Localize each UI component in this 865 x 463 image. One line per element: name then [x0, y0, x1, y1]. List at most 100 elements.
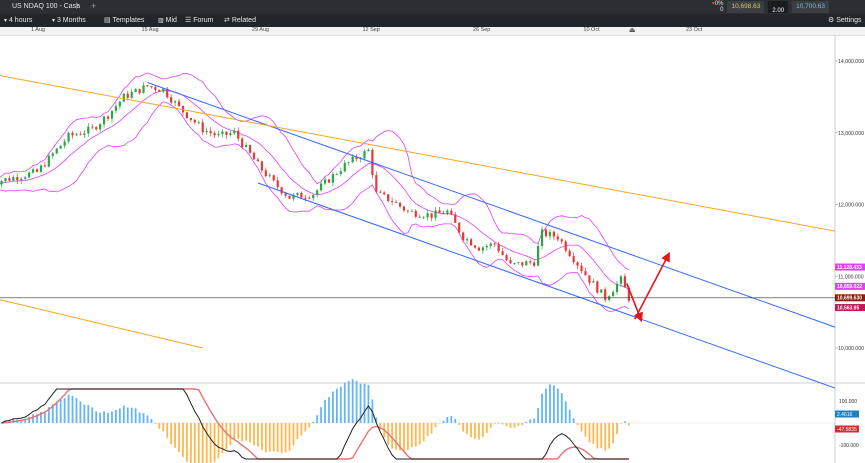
- y-tick-label: 13,000.000: [838, 131, 864, 137]
- macd-histogram-bar: [75, 397, 78, 423]
- macd-histogram-bar: [616, 423, 618, 435]
- candle-body: [414, 211, 417, 217]
- candle-body: [418, 216, 421, 218]
- forum-button[interactable]: ☰ Forum: [185, 16, 213, 26]
- macd-histogram-bar: [71, 395, 74, 423]
- macd-tick-label: -100.000: [839, 443, 859, 449]
- price-mode-button[interactable]: ▥ Mid: [158, 16, 177, 26]
- macd-histogram-bar: [67, 394, 70, 423]
- macd-histogram-bar: [209, 423, 212, 463]
- range-dropdown[interactable]: ▾ 3 Months: [52, 16, 86, 26]
- macd-histogram-bar: [158, 423, 161, 429]
- candle-body: [233, 130, 236, 134]
- price-chart[interactable]: 14,000.000 13,000.000 12,000.000 11,000.000…: [0, 35, 865, 463]
- search-icon[interactable]: ⌕: [76, 2, 80, 12]
- candle-body: [552, 231, 555, 237]
- macd-histogram-bar: [182, 423, 184, 457]
- macd-histogram-bar: [217, 423, 220, 459]
- templates-button[interactable]: ▤ Templates: [104, 16, 144, 26]
- candle-body: [489, 243, 492, 247]
- macd-histogram-bar: [59, 399, 62, 423]
- sell-button[interactable]: 10,698.63: [727, 1, 765, 13]
- candle-body: [548, 231, 552, 237]
- macd-histogram-bar: [509, 423, 512, 428]
- price-mode-icon: ▥: [158, 18, 164, 24]
- candle-body: [130, 92, 133, 98]
- candle-body: [142, 85, 145, 94]
- candle-body: [300, 192, 303, 198]
- candle-body: [533, 262, 536, 266]
- candle-body: [469, 239, 473, 246]
- macd-histogram-bar: [126, 407, 129, 423]
- interval-dropdown[interactable]: ▾ 4 hours: [4, 16, 32, 26]
- candle-body: [134, 88, 137, 93]
- candle-body: [375, 175, 378, 192]
- macd-histogram-bar: [620, 423, 622, 424]
- candle-body: [150, 86, 153, 88]
- candle-body: [280, 187, 283, 194]
- related-button[interactable]: ⇄ Related: [224, 16, 256, 26]
- macd-histogram-bar: [150, 418, 153, 423]
- candle-body: [138, 88, 141, 94]
- candle-body: [379, 191, 382, 193]
- macd-histogram-bar: [99, 412, 102, 423]
- macd-histogram-bar: [351, 379, 354, 423]
- candle-body: [225, 131, 228, 136]
- y-tick-label: 11,000.000: [838, 274, 864, 280]
- candle-body: [284, 193, 287, 196]
- candle-body: [513, 263, 516, 264]
- candle-body: [276, 180, 279, 188]
- candle-body: [481, 247, 484, 251]
- macd-histogram-bar: [592, 423, 595, 444]
- buy-button[interactable]: 10,700.63: [792, 1, 829, 13]
- candle-body: [367, 149, 370, 152]
- macd-histogram-bar: [316, 415, 319, 423]
- candle-body: [556, 236, 559, 240]
- macd-histogram-bar: [284, 423, 287, 453]
- macd-histogram-bar: [549, 384, 551, 423]
- macd-histogram-bar: [237, 423, 240, 439]
- macd-histogram-bar: [568, 409, 571, 423]
- candle-body: [288, 195, 291, 199]
- candle-body: [185, 112, 189, 119]
- macd-histogram-bar: [560, 393, 563, 423]
- candle-body: [245, 145, 248, 148]
- add-tab-button[interactable]: +: [91, 1, 96, 11]
- trend-line: [0, 75, 836, 232]
- candle-body: [363, 151, 366, 159]
- macd-histogram-bar: [458, 423, 461, 425]
- candle-body: [442, 212, 445, 215]
- macd-histogram-bar: [580, 423, 583, 432]
- candle-body: [118, 101, 121, 107]
- macd-histogram-bar: [79, 401, 82, 423]
- candle-body: [505, 255, 508, 261]
- macd-histogram-bar: [300, 423, 303, 436]
- candle-body: [20, 178, 23, 181]
- macd-histogram-bar: [418, 423, 421, 445]
- bollinger-bands: [0, 72, 630, 312]
- macd-histogram-bar: [584, 423, 587, 437]
- macd-histogram-bar: [225, 423, 228, 450]
- candle-body: [154, 87, 157, 91]
- candle-body: [189, 118, 192, 120]
- y-tick-label: 10,000.000: [838, 346, 864, 352]
- candle-body: [51, 153, 54, 156]
- candle-body: [564, 241, 567, 251]
- macd-histogram-bar: [257, 423, 259, 447]
- price-label: 10,859.022: [837, 284, 862, 290]
- macd-histogram-bar: [32, 414, 34, 423]
- macd-histogram-bar: [138, 412, 141, 423]
- bollinger-middle: [0, 89, 630, 290]
- candle-body: [525, 261, 528, 266]
- macd-histogram-bar: [347, 381, 350, 423]
- macd-histogram-bar: [608, 423, 611, 449]
- chevron-down-icon: ▾: [52, 18, 56, 24]
- candle-body: [260, 161, 264, 171]
- macd-histogram-bar: [118, 408, 121, 423]
- candle-body: [312, 194, 315, 199]
- macd-histogram-bar: [414, 423, 417, 447]
- macd-histogram-bar: [197, 423, 200, 463]
- scroll-marker-icon[interactable]: ⏏: [629, 27, 636, 35]
- settings-button[interactable]: ⚙ Settings: [828, 16, 862, 26]
- candle-body: [272, 175, 275, 181]
